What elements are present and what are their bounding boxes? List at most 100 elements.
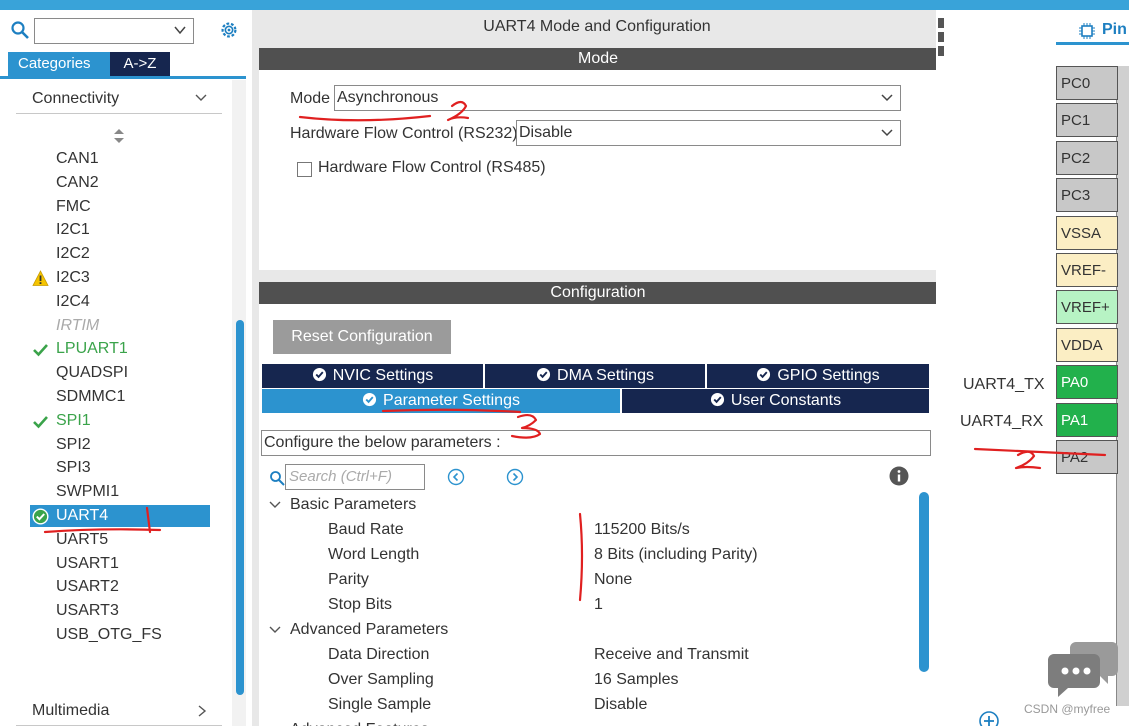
peripheral-item-spi2[interactable]: SPI2 xyxy=(30,434,210,456)
peripheral-item-lpuart1[interactable]: LPUART1 xyxy=(30,338,210,360)
peripheral-item-uart4[interactable]: UART4 xyxy=(30,505,210,527)
peripheral-label: QUADSPI xyxy=(56,364,129,382)
pin-pc3[interactable]: PC3 xyxy=(1056,178,1118,213)
next-match-icon[interactable] xyxy=(506,468,524,486)
tab-categories[interactable]: Categories xyxy=(8,52,110,76)
parameter-name: Data Direction xyxy=(328,646,430,663)
parameter-name: Baud Rate xyxy=(328,521,404,538)
parameter-row[interactable]: Single Sample Disable xyxy=(259,692,909,717)
search-dropdown[interactable] xyxy=(34,18,194,44)
tab-parameter-settings[interactable]: Parameter Settings xyxy=(262,389,620,413)
scrollbar-thumb[interactable] xyxy=(236,320,244,695)
peripheral-item-sdmmc1[interactable]: SDMMC1 xyxy=(30,386,210,408)
parameter-value[interactable]: 8 Bits (including Parity) xyxy=(594,542,758,567)
category-label: Multimedia xyxy=(32,702,110,719)
peripheral-item-swpmi1[interactable]: SWPMI1 xyxy=(30,481,210,503)
peripheral-item-i2c3[interactable]: I2C3 xyxy=(30,267,210,289)
peripheral-item-can1[interactable]: CAN1 xyxy=(30,148,210,170)
parameter-row[interactable]: Parity None xyxy=(259,567,909,592)
parameter-group[interactable]: Advanced Features xyxy=(259,717,909,726)
parameter-name: Single Sample xyxy=(328,696,432,713)
pin-pa2[interactable]: PA2 xyxy=(1056,440,1118,474)
peripheral-item-i2c1[interactable]: I2C1 xyxy=(30,219,210,241)
chevron-right-icon xyxy=(198,705,207,717)
parameter-value[interactable]: Disable xyxy=(594,692,647,717)
hw-flow-rs232-value: Disable xyxy=(519,124,573,141)
watermark: CSDN @myfree xyxy=(1024,702,1111,716)
pin-pc1[interactable]: PC1 xyxy=(1056,103,1118,138)
pin-pa0[interactable]: PA0 xyxy=(1056,365,1118,400)
pin-pc2[interactable]: PC2 xyxy=(1056,140,1118,175)
tab-underline xyxy=(0,76,246,79)
tab-user-constants[interactable]: User Constants xyxy=(622,389,929,413)
parameter-value[interactable]: 115200 Bits/s xyxy=(594,517,690,542)
tab-nvic-settings[interactable]: NVIC Settings xyxy=(262,364,483,388)
peripheral-item-spi3[interactable]: SPI3 xyxy=(30,457,210,479)
parameter-group[interactable]: Basic Parameters xyxy=(259,492,909,517)
pin-pa1[interactable]: PA1 xyxy=(1056,402,1118,437)
mode-select-value: Asynchronous xyxy=(337,89,439,106)
parameter-value[interactable]: Receive and Transmit xyxy=(594,642,749,667)
reset-configuration-button[interactable]: Reset Configuration xyxy=(273,320,451,354)
peripheral-item-usart2[interactable]: USART2 xyxy=(30,576,210,598)
search-icon[interactable] xyxy=(10,20,30,40)
parameter-scrollbar-thumb[interactable] xyxy=(919,492,929,672)
chevron-down-icon xyxy=(881,129,893,137)
parameter-search-input[interactable]: Search (Ctrl+F) xyxy=(285,464,425,490)
chat-bubble-icon[interactable] xyxy=(1048,638,1120,698)
category-multimedia[interactable]: Multimedia xyxy=(16,700,222,726)
chevron-down-icon xyxy=(195,94,207,101)
pin-pc0[interactable]: PC0 xyxy=(1056,66,1118,100)
peripheral-label: SDMMC1 xyxy=(56,388,126,405)
peripheral-item-usb_otg_fs[interactable]: USB_OTG_FS xyxy=(30,624,210,646)
peripheral-item-irtim[interactable]: IRTIM xyxy=(30,315,210,337)
pin-vrefplus[interactable]: VREF+ xyxy=(1056,290,1118,325)
gear-icon[interactable] xyxy=(218,19,240,41)
sort-icon[interactable] xyxy=(112,128,126,144)
mode-select[interactable]: Asynchronous xyxy=(334,85,901,111)
mode-section-bar: Mode xyxy=(259,48,937,70)
parameter-row[interactable]: Stop Bits 1 xyxy=(259,592,909,617)
peripheral-item-i2c2[interactable]: I2C2 xyxy=(30,243,210,265)
parameter-value[interactable]: 16 Samples xyxy=(594,667,679,692)
pin-vrefminus[interactable]: VREF- xyxy=(1056,253,1118,287)
peripheral-item-can2[interactable]: CAN2 xyxy=(30,172,210,194)
hw-flow-rs485-label: Hardware Flow Control (RS485) xyxy=(318,159,546,176)
peripheral-item-quadspi[interactable]: QUADSPI xyxy=(30,362,210,384)
category-connectivity[interactable]: Connectivity xyxy=(16,86,222,114)
peripheral-item-usart1[interactable]: USART1 xyxy=(30,553,210,575)
tab-dma-settings[interactable]: DMA Settings xyxy=(485,364,705,388)
peripheral-item-spi1[interactable]: SPI1 xyxy=(30,410,210,432)
parameter-value[interactable]: None xyxy=(594,567,632,592)
right-panel: Pin PC0 PC1 PC2 PC3 VSSA VREF- VREF+ VDDA PA0 PA1… xyxy=(944,10,1129,726)
hw-flow-rs232-label: Hardware Flow Control (RS232) xyxy=(290,125,518,142)
tab-gpio-settings[interactable]: GPIO Settings xyxy=(707,364,929,388)
parameter-value[interactable]: 1 xyxy=(594,592,603,617)
parameter-row[interactable]: Over Sampling 16 Samples xyxy=(259,667,909,692)
tab-label: Pin xyxy=(1102,21,1127,38)
chip-icon xyxy=(1079,23,1095,39)
peripheral-label: FMC xyxy=(56,197,91,215)
check-circle-icon xyxy=(32,508,49,525)
hw-flow-rs485-checkbox[interactable] xyxy=(297,162,312,177)
zoom-in-icon[interactable] xyxy=(978,710,1000,726)
previous-match-icon[interactable] xyxy=(447,468,465,486)
search-icon xyxy=(270,471,285,486)
peripheral-item-i2c4[interactable]: I2C4 xyxy=(30,291,210,313)
tab-a-z[interactable]: A->Z xyxy=(110,52,170,76)
parameter-row[interactable]: Baud Rate 115200 Bits/s xyxy=(259,517,909,542)
pin-vssa[interactable]: VSSA xyxy=(1056,215,1118,250)
warning-icon xyxy=(32,270,49,286)
peripheral-label: LPUART1 xyxy=(56,340,128,358)
hw-flow-rs232-select[interactable]: Disable xyxy=(516,120,901,146)
peripheral-item-usart3[interactable]: USART3 xyxy=(30,600,210,622)
peripheral-item-uart5[interactable]: UART5 xyxy=(30,529,210,551)
peripheral-item-fmc[interactable]: FMC xyxy=(30,196,210,218)
info-icon[interactable] xyxy=(889,466,909,486)
pin-vdda[interactable]: VDDA xyxy=(1056,327,1118,362)
parameter-row[interactable]: Word Length 8 Bits (including Parity) xyxy=(259,542,909,567)
parameter-group[interactable]: Advanced Parameters xyxy=(259,617,909,642)
chevron-down-icon xyxy=(174,26,186,35)
check-icon xyxy=(33,415,48,429)
parameter-row[interactable]: Data Direction Receive and Transmit xyxy=(259,642,909,667)
